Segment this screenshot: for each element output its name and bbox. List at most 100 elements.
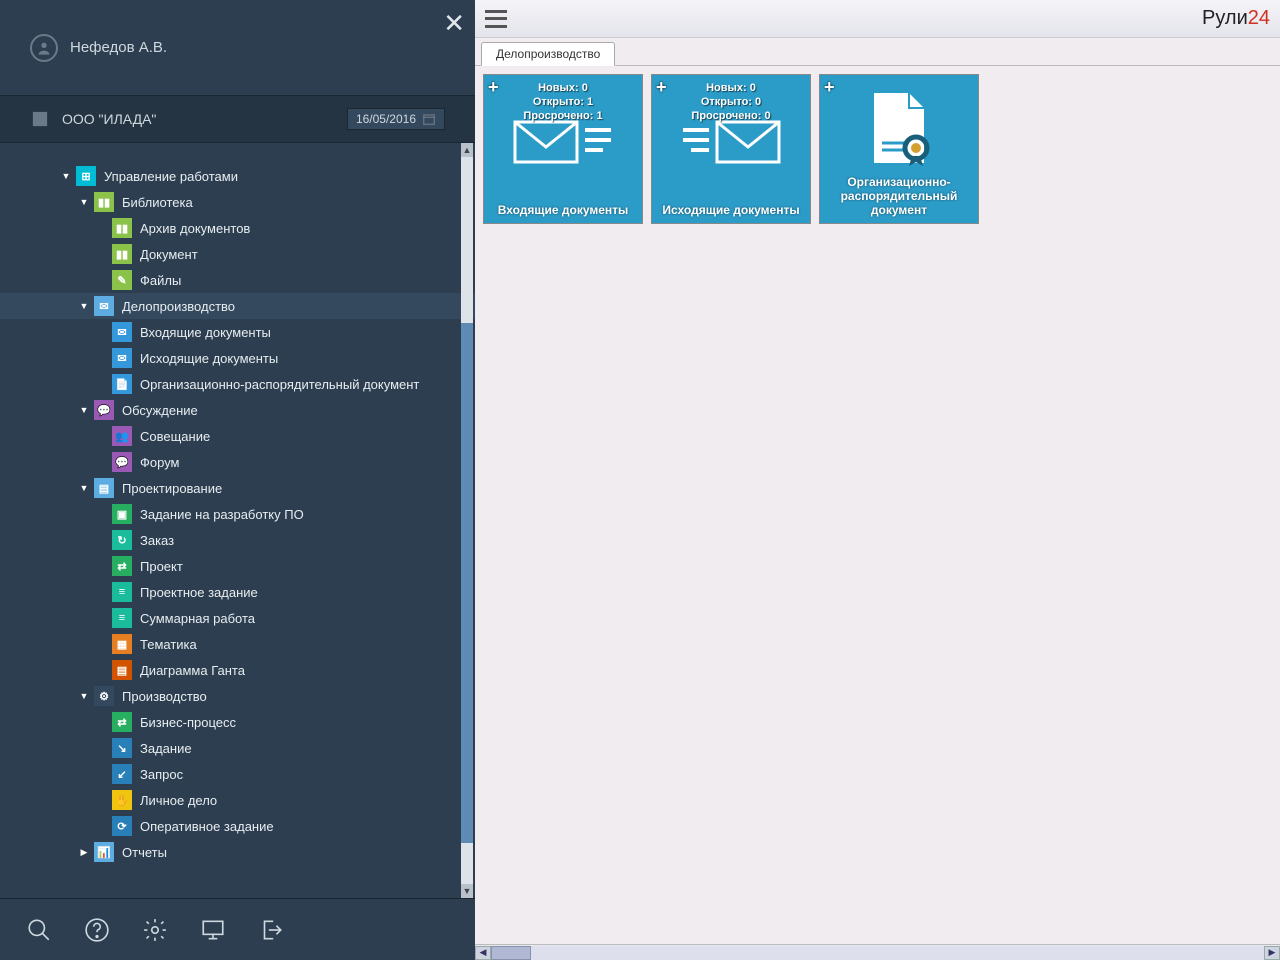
calendar-icon	[422, 112, 436, 126]
tree-item[interactable]: ↙ Запрос	[0, 761, 475, 787]
expander-icon[interactable]	[78, 690, 90, 702]
tree-item[interactable]: 👥Совещание	[0, 423, 475, 449]
tab-deloproizvodstvo[interactable]: Делопроизводство	[481, 42, 615, 66]
tree-item[interactable]: ▮▮Архив документов	[0, 215, 475, 241]
node-label: Суммарная работа	[140, 611, 255, 626]
node-icon: ▤	[112, 660, 132, 680]
settings-icon[interactable]	[140, 915, 170, 945]
expander-icon[interactable]	[78, 300, 90, 312]
node-label: Задание	[140, 741, 192, 756]
tree-item[interactable]: ⟳Оперативное задание	[0, 813, 475, 839]
dashboard-tile[interactable]: +Новых: 0Открыто: 1Просрочено: 1Входящие…	[483, 74, 643, 224]
tree-item[interactable]: ✉ Делопроизводство	[0, 293, 475, 319]
node-icon: ↙	[112, 764, 132, 784]
node-icon: ⇄	[112, 712, 132, 732]
add-icon[interactable]: +	[824, 77, 835, 98]
logout-icon[interactable]	[256, 915, 286, 945]
tree-item[interactable]: 📄Организационно-распорядительный докумен…	[0, 371, 475, 397]
tree-item[interactable]: ✎Файлы	[0, 267, 475, 293]
node-icon: ✎	[112, 270, 132, 290]
node-icon: ▤	[94, 478, 114, 498]
node-icon: ⟳	[112, 816, 132, 836]
organization-name: ООО "ИЛАДА"	[62, 111, 347, 127]
tree-item[interactable]: ▤Проектирование	[0, 475, 475, 501]
tree-item[interactable]: ▣ Задание на разработку ПО	[0, 501, 475, 527]
node-icon: ▣	[112, 504, 132, 524]
tree-item[interactable]: ↘ Задание	[0, 735, 475, 761]
expander-icon[interactable]	[78, 196, 90, 208]
brand-part1: Рули	[1202, 7, 1248, 29]
tree-item[interactable]: 💬 Форум	[0, 449, 475, 475]
tree-item[interactable]: ▮▮Библиотека	[0, 189, 475, 215]
brand-logo: Рули24	[1202, 7, 1270, 30]
node-label: Заказ	[140, 533, 174, 548]
dashboard-tile[interactable]: + Организационно-распорядительный докумен…	[819, 74, 979, 224]
node-icon: ✋	[112, 790, 132, 810]
organization-icon	[30, 109, 50, 129]
date-picker[interactable]: 16/05/2016	[347, 108, 445, 130]
node-label: Личное дело	[140, 793, 217, 808]
tree-item[interactable]: ⇄ Бизнес-процесс	[0, 709, 475, 735]
node-icon: ✉	[94, 296, 114, 316]
tabs-bar: Делопроизводство	[475, 38, 1280, 66]
tree-item[interactable]: ≡Суммарная работа	[0, 605, 475, 631]
tree-item[interactable]: ✉Входящие документы	[0, 319, 475, 345]
tree-item[interactable]: ▤Диаграмма Ганта	[0, 657, 475, 683]
menu-icon[interactable]	[485, 10, 507, 28]
organization-row: ООО "ИЛАДА" 16/05/2016	[0, 95, 475, 143]
tree-item[interactable]: 📊Отчеты	[0, 839, 475, 865]
expander-icon[interactable]	[60, 170, 72, 182]
node-label: Входящие документы	[140, 325, 271, 340]
expander-icon[interactable]	[78, 846, 90, 858]
node-label: Задание на разработку ПО	[140, 507, 304, 522]
help-icon[interactable]	[82, 915, 112, 945]
node-label: Делопроизводство	[122, 299, 235, 314]
scrollbar-thumb[interactable]	[461, 323, 473, 843]
tree-item[interactable]: ▮▮Документ	[0, 241, 475, 267]
search-icon[interactable]	[24, 915, 54, 945]
node-icon: ▦	[112, 634, 132, 654]
node-icon: ⊞	[76, 166, 96, 186]
tile-label: Исходящие документы	[662, 203, 799, 217]
close-icon[interactable]: ✕	[443, 8, 465, 39]
node-label: Запрос	[140, 767, 183, 782]
tile-label: Организационно-распорядительный документ	[824, 175, 974, 217]
hscroll-track[interactable]	[491, 946, 1264, 960]
node-icon: 💬	[94, 400, 114, 420]
node-label: Форум	[140, 455, 180, 470]
scroll-up-icon[interactable]: ▲	[461, 143, 473, 157]
tree-item[interactable]: ⚙Производство	[0, 683, 475, 709]
node-icon: ▮▮	[112, 244, 132, 264]
tree-item[interactable]: ↻ Заказ	[0, 527, 475, 553]
dashboard-tile[interactable]: +Новых: 0Открыто: 0Просрочено: 0Исходящи…	[651, 74, 811, 224]
tree-item[interactable]: ✋ Личное дело	[0, 787, 475, 813]
node-label: Совещание	[140, 429, 210, 444]
node-label: Проект	[140, 559, 183, 574]
node-icon: 💬	[112, 452, 132, 472]
node-icon: ↘	[112, 738, 132, 758]
tile-label: Входящие документы	[498, 203, 629, 217]
node-icon: ✉	[112, 348, 132, 368]
user-name: Нефедов А.В.	[70, 39, 167, 56]
tree-item[interactable]: ⊞Управление работами	[0, 163, 475, 189]
tree-item[interactable]: ⇄Проект	[0, 553, 475, 579]
scroll-down-icon[interactable]: ▼	[461, 884, 473, 898]
tree-item[interactable]: ✉Исходящие документы	[0, 345, 475, 371]
tiles-area: +Новых: 0Открыто: 1Просрочено: 1Входящие…	[475, 66, 1280, 944]
scroll-left-icon[interactable]: ◀	[475, 946, 491, 960]
node-label: Бизнес-процесс	[140, 715, 236, 730]
tree-item[interactable]: 💬Обсуждение	[0, 397, 475, 423]
user-avatar-icon[interactable]	[30, 34, 58, 62]
monitor-icon[interactable]	[198, 915, 228, 945]
scroll-right-icon[interactable]: ▶	[1264, 946, 1280, 960]
tree-item[interactable]: ≡Проектное задание	[0, 579, 475, 605]
horizontal-scrollbar[interactable]: ◀ ▶	[475, 944, 1280, 960]
expander-icon[interactable]	[78, 482, 90, 494]
hscroll-thumb[interactable]	[491, 946, 531, 960]
node-icon: ⚙	[94, 686, 114, 706]
expander-icon[interactable]	[78, 404, 90, 416]
node-icon: ▮▮	[112, 218, 132, 238]
sidebar-scrollbar[interactable]: ▲ ▼	[461, 143, 473, 898]
node-icon: ↻	[112, 530, 132, 550]
tree-item[interactable]: ▦Тематика	[0, 631, 475, 657]
